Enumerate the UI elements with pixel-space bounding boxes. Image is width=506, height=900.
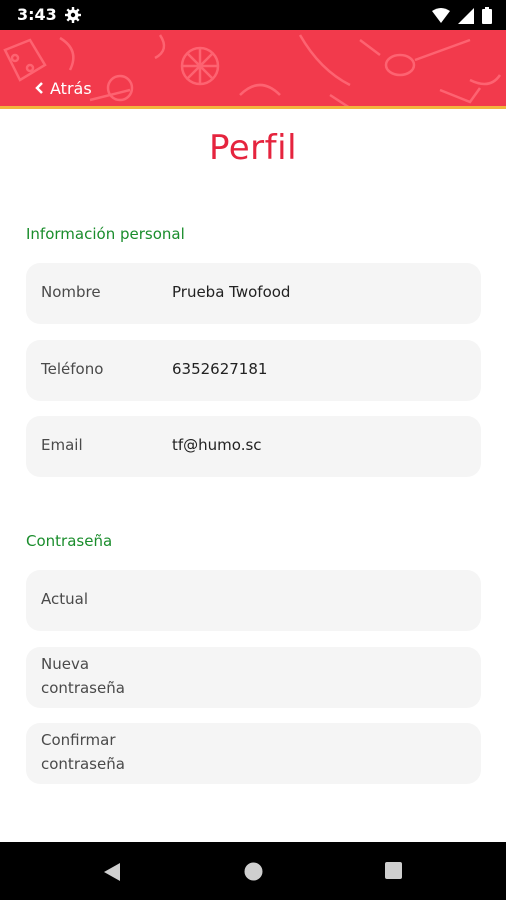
status-bar: 3:43 <box>0 0 506 30</box>
signal-icon <box>458 7 474 28</box>
phone-value[interactable]: 6352627181 <box>172 357 267 381</box>
name-field[interactable]: Nombre Prueba Twofood <box>26 263 481 324</box>
name-value[interactable]: Prueba Twofood <box>172 280 290 304</box>
phone-field[interactable]: Teléfono 6352627181 <box>26 340 481 401</box>
home-circle-icon[interactable] <box>244 862 263 885</box>
current-password-label: Actual <box>41 590 88 608</box>
confirm-password-label: Confirmar contraseña <box>41 731 125 773</box>
page-title: Perfil <box>208 128 298 168</box>
system-nav-bar <box>0 842 506 900</box>
back-button[interactable]: Atrás <box>35 76 92 100</box>
name-label: Nombre <box>41 283 101 301</box>
phone-label: Teléfono <box>41 360 104 378</box>
battery-icon <box>482 7 492 28</box>
chevron-left-icon <box>35 81 44 95</box>
new-password-label: Nueva contraseña <box>41 655 125 697</box>
password-section-title: Contraseña <box>26 532 113 550</box>
confirm-password-field[interactable]: Confirmar contraseña <box>26 723 481 784</box>
email-label: Email <box>41 436 83 454</box>
current-password-field[interactable]: Actual <box>26 570 481 631</box>
new-password-field[interactable]: Nueva contraseña <box>26 647 481 708</box>
header-accent-line <box>0 106 506 109</box>
email-field[interactable]: Email tf@humo.sc <box>26 416 481 477</box>
personal-info-title: Información personal <box>26 225 185 243</box>
email-value[interactable]: tf@humo.sc <box>172 433 262 457</box>
gear-icon <box>64 6 82 28</box>
back-label: Atrás <box>50 78 92 98</box>
wifi-icon <box>432 7 450 28</box>
back-triangle-icon[interactable] <box>103 862 121 886</box>
status-time: 3:43 <box>17 5 57 24</box>
recents-square-icon[interactable] <box>385 862 402 883</box>
